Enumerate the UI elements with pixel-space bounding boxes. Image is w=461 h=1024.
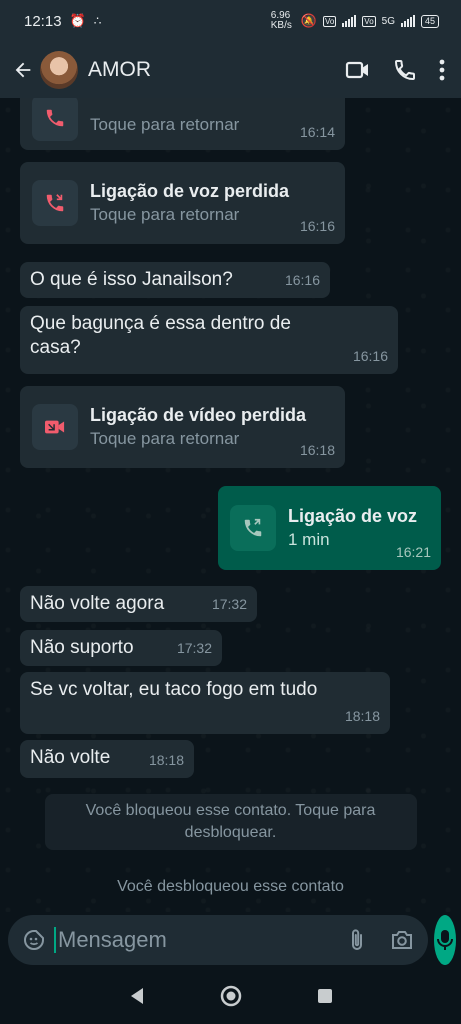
sticker-icon[interactable]	[22, 928, 46, 952]
message-text: Que bagunça é essa dentro de casa?	[30, 313, 291, 358]
microphone-icon	[437, 930, 453, 950]
incoming-message[interactable]: Não volte 18:18	[20, 740, 194, 778]
call-subtitle: Toque para retornar	[90, 115, 240, 134]
outgoing-call-icon	[230, 505, 276, 551]
message-time: 16:16	[352, 348, 388, 364]
contact-name[interactable]: AMOR	[88, 58, 151, 82]
video-call-icon[interactable]	[345, 59, 371, 81]
call-title: Ligação de voz	[288, 506, 418, 526]
message-text: Não suporto	[30, 637, 134, 658]
missed-voice-call-message[interactable]: Ligação de voz perdida Toque para retorn…	[20, 162, 345, 244]
missed-call-icon	[32, 180, 78, 226]
message-time: 17:32	[211, 596, 247, 612]
call-subtitle: Toque para retornar	[90, 429, 240, 448]
unblocked-notice: Você desbloqueou esse contato	[117, 878, 344, 895]
message-time: 16:14	[299, 124, 335, 140]
alarm-icon: ⏰	[69, 13, 86, 28]
volte-icon-2: Vo	[362, 15, 376, 27]
battery-icon: 45	[420, 14, 439, 28]
message-input[interactable]	[54, 927, 346, 953]
menu-dots-icon[interactable]	[439, 59, 445, 81]
signal-icon-2	[400, 15, 415, 27]
status-bar: 12:13 ⏰ ∴ 6.96 KB/s 🔕 Vo Vo 5G 45	[0, 0, 461, 42]
call-title: Ligação de voz perdida	[90, 181, 290, 201]
message-text: Se vc voltar, eu taco fogo em tudo	[30, 679, 318, 700]
message-input-container	[8, 915, 428, 965]
incoming-message[interactable]: Se vc voltar, eu taco fogo em tudo 18:18	[20, 672, 390, 734]
incoming-message[interactable]: O que é isso Janailson? 16:16	[20, 262, 330, 298]
attach-icon[interactable]	[346, 928, 368, 952]
message-time: 16:18	[299, 442, 335, 458]
message-text: Não volte agora	[30, 593, 165, 614]
signal-icon	[342, 15, 357, 27]
outgoing-voice-call-message[interactable]: Ligação de voz 1 min 16:21	[218, 486, 441, 570]
camera-icon[interactable]	[390, 929, 414, 951]
voice-record-button[interactable]	[434, 915, 456, 965]
missed-video-call-message[interactable]: Ligação de vídeo perdida Toque para reto…	[20, 386, 345, 468]
back-arrow-icon[interactable]	[10, 57, 36, 83]
missed-video-icon	[32, 404, 78, 450]
message-time: 17:32	[176, 640, 212, 656]
chat-area[interactable]: Toque para retornar 16:14 Ligação de voz…	[0, 98, 461, 912]
message-time: 16:16	[299, 218, 335, 234]
message-time: 18:18	[344, 708, 380, 724]
more-dots-icon: ∴	[93, 14, 102, 28]
missed-voice-call-message[interactable]: Toque para retornar 16:14	[20, 98, 345, 150]
system-nav-bar	[0, 968, 461, 1024]
incoming-message[interactable]: Não suporto 17:32	[20, 630, 222, 666]
nav-back-icon[interactable]	[129, 987, 145, 1005]
mute-icon: 🔕	[300, 13, 317, 28]
blocked-notice[interactable]: Você bloqueou esse contato. Toque para d…	[44, 794, 417, 850]
status-time: 12:13	[24, 12, 62, 30]
chat-header: AMOR	[0, 42, 461, 98]
message-time: 16:21	[395, 544, 431, 560]
avatar[interactable]	[40, 51, 78, 89]
message-text: Não volte	[30, 747, 111, 768]
message-time: 16:16	[284, 272, 320, 288]
message-text: O que é isso Janailson?	[30, 269, 233, 290]
call-title: Ligação de vídeo perdida	[90, 405, 307, 425]
message-time: 18:18	[148, 752, 184, 768]
incoming-message[interactable]: Que bagunça é essa dentro de casa? 16:16	[20, 306, 398, 374]
missed-call-icon	[32, 98, 78, 141]
voice-call-icon[interactable]	[393, 58, 417, 82]
call-subtitle: Toque para retornar	[90, 205, 240, 224]
network-type: 5G	[381, 15, 395, 27]
incoming-message[interactable]: Não volte agora 17:32	[20, 586, 257, 622]
volte-icon: Vo	[322, 15, 337, 27]
nav-recents-icon[interactable]	[317, 988, 333, 1004]
composer	[0, 912, 461, 968]
net-speed: 6.96 KB/s	[270, 10, 292, 31]
nav-home-icon[interactable]	[220, 985, 242, 1007]
